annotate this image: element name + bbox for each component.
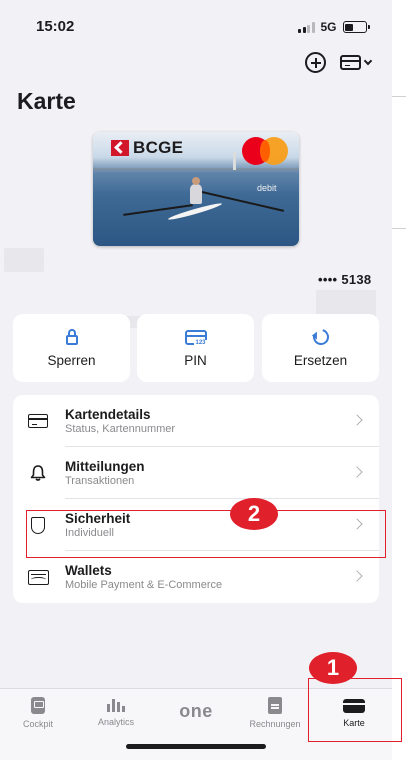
card-icon [28,414,48,428]
blurred-area [4,248,44,272]
list-item-title: Kartendetails [65,407,151,422]
bank-name: BCGE [133,138,184,157]
list-item-title: Wallets [65,563,112,578]
card-rowing-boat [167,201,223,222]
card-lighthouse [233,152,236,170]
annotation-highlight-security [26,510,386,558]
annotation-badge-1: 1 [309,652,357,684]
list-item-subtitle: Transaktionen [65,475,135,487]
lock-card-button[interactable]: Sperren [13,314,130,382]
mastercard-logo [242,137,292,165]
chevron-right-icon [351,414,363,426]
tab-label: Rechnungen [249,719,301,729]
chevron-down-icon [363,56,373,65]
card-type: debit [257,183,277,193]
chevron-right-icon [351,570,363,582]
list-item-subtitle: Status, Kartennummer [65,423,176,435]
bank-logo: BCGE [111,138,183,158]
tab-invoices[interactable]: Rechnungen [240,697,310,729]
app-screen: 15:02 5G Karte BCGE debit •••• 5138 Sper… [0,0,392,760]
list-item-card-details[interactable]: Kartendetails Status, Kartennummer [13,395,379,447]
annotation-highlight-card-tab [308,678,402,742]
card-icon [340,55,361,70]
debit-card-image[interactable]: BCGE debit [93,132,299,246]
lock-card-label: Sperren [47,353,96,368]
lock-icon [65,329,78,345]
bank-logo-mark [111,140,129,156]
list-item-notifications[interactable]: Mitteilungen Transaktionen [13,447,379,499]
tab-label: Analytics [97,717,134,727]
wallet-icon [27,569,49,585]
tab-cockpit[interactable]: Cockpit [3,697,73,729]
page-edge [392,0,406,760]
battery-icon [342,21,370,33]
tab-label: Cockpit [22,719,53,729]
status-time: 15:02 [36,18,75,35]
status-indicators: 5G [298,20,370,34]
document-icon [268,697,282,714]
card-number: •••• 5138 [318,272,372,287]
list-item-subtitle: Mobile Payment & E-Commerce [65,579,223,591]
annotation-badge-2: 2 [230,498,278,530]
replace-card-label: Ersetzen [293,353,348,368]
pin-icon: 123 [184,329,207,347]
signal-icon [298,21,315,33]
one-logo: one [179,701,213,721]
header-actions [305,52,373,73]
replace-icon [309,326,332,348]
add-icon[interactable] [305,52,326,73]
card-switcher-button[interactable] [340,55,373,70]
tab-analytics[interactable]: Analytics [81,697,151,727]
page-title: Karte [17,88,76,114]
replace-card-button[interactable]: Ersetzen [262,314,379,382]
cockpit-icon [31,697,45,714]
card-rower [190,177,202,204]
pin-label: PIN [184,353,207,368]
chevron-right-icon [351,466,363,478]
home-indicator [126,744,266,749]
network-type: 5G [320,20,337,34]
card-horizon [93,168,299,171]
bar-chart-icon [107,697,125,712]
pin-button[interactable]: 123 PIN [137,314,254,382]
card-settings-list: Kartendetails Status, Kartennummer Mitte… [13,395,379,603]
list-item-wallets[interactable]: Wallets Mobile Payment & E-Commerce [13,551,379,603]
list-item-title: Mitteilungen [65,459,145,474]
tab-one[interactable]: one [161,701,231,722]
bell-icon [30,465,46,481]
